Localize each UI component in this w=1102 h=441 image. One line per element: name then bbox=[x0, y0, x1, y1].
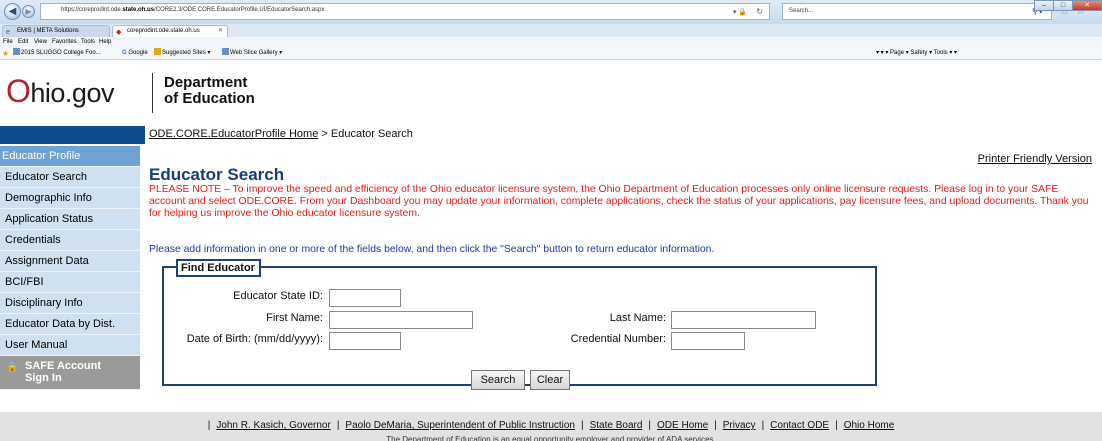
sidebar-item-disciplinary-info[interactable]: Disciplinary Info bbox=[0, 293, 140, 314]
browser-search-placeholder: Search... bbox=[789, 8, 814, 14]
find-educator-legend: Find Educator bbox=[176, 259, 261, 277]
dob-input[interactable] bbox=[329, 332, 401, 350]
last-name-input[interactable] bbox=[671, 311, 816, 329]
dob-label: Date of Birth: (mm/dd/yyyy): bbox=[186, 333, 323, 345]
credential-number-label: Credential Number: bbox=[570, 333, 666, 345]
footer-links: | John R. Kasich, Governor | Paolo DeMaria,… bbox=[207, 420, 895, 431]
sidebar-header: Educator Profile bbox=[0, 146, 140, 167]
menu-file[interactable]: File bbox=[3, 37, 13, 47]
last-name-label: Last Name: bbox=[609, 312, 666, 324]
sidebar-item-educator-search[interactable]: Educator Search bbox=[0, 167, 140, 188]
licensure-notice: PLEASE NOTE – To improve the speed and e… bbox=[149, 184, 1089, 219]
close-window-button[interactable]: ✕ bbox=[1072, 0, 1102, 11]
footer-link-ohio-home[interactable]: Ohio Home bbox=[844, 420, 895, 431]
footer-note: The Department of Education is an equal … bbox=[386, 435, 716, 441]
forward-arrow-icon: ▶ bbox=[25, 7, 32, 16]
refresh-icon[interactable]: ↻ bbox=[756, 7, 763, 16]
web-slice-icon bbox=[222, 48, 229, 55]
sidebar-item-bci-fbi[interactable]: BCI/FBI bbox=[0, 272, 140, 293]
browser-search-box[interactable]: Search... ⚲▾ bbox=[782, 3, 1052, 20]
menu-help[interactable]: Help bbox=[99, 37, 111, 47]
footer-link-state-board[interactable]: State Board bbox=[590, 420, 643, 431]
search-instructions: Please add information in one or more of… bbox=[149, 244, 715, 255]
suggested-sites-icon bbox=[154, 48, 161, 55]
menu-tools[interactable]: Tools bbox=[81, 37, 95, 47]
fav-suggested-sites[interactable]: Suggested Sites ▾ bbox=[154, 47, 210, 60]
sidebar-item-application-status[interactable]: Application Status bbox=[0, 209, 140, 230]
fav-google[interactable]: G Google bbox=[122, 47, 148, 60]
department-of-education-title: Department of Education bbox=[164, 74, 255, 107]
breadcrumb-home-link[interactable]: ODE.CORE.EducatorProfile Home bbox=[149, 128, 318, 140]
page-icon bbox=[13, 48, 20, 55]
header-divider bbox=[152, 73, 153, 113]
ohio-gov-logo[interactable]: Ohio.gov bbox=[6, 73, 114, 110]
close-tab-icon[interactable]: ✕ bbox=[218, 26, 223, 37]
footer-link-ode-home[interactable]: ODE Home bbox=[657, 420, 708, 431]
first-name-input[interactable] bbox=[329, 311, 473, 329]
footer-link-privacy[interactable]: Privacy bbox=[723, 420, 756, 431]
breadcrumb: ODE.CORE.EducatorProfile Home > Educator… bbox=[149, 128, 413, 140]
back-button[interactable]: ◀ bbox=[4, 3, 21, 20]
clear-button[interactable]: Clear bbox=[530, 370, 570, 390]
forward-button[interactable]: ▶ bbox=[22, 5, 35, 18]
favorites-bar: ★ 2015 SLUGGO College Foo... G Google Su… bbox=[0, 47, 1102, 60]
browser-tab-strip: e EMIS | META Solutions ◆ coreprodint.od… bbox=[0, 24, 1102, 37]
sidebar-item-assignment-data[interactable]: Assignment Data bbox=[0, 251, 140, 272]
address-bar[interactable]: https://coreprodint.ode.state.oh.us/CORE… bbox=[40, 3, 770, 20]
sidebar-item-user-manual[interactable]: User Manual bbox=[0, 335, 140, 356]
nav-header-bar bbox=[0, 126, 145, 144]
breadcrumb-current: Educator Search bbox=[330, 128, 413, 140]
fav-web-slice-gallery[interactable]: Web Slice Gallery ▾ bbox=[222, 47, 282, 60]
sidebar-item-demographic-info[interactable]: Demographic Info bbox=[0, 188, 140, 209]
maximize-button[interactable]: □ bbox=[1053, 0, 1073, 11]
lock-icon: 🔒 bbox=[6, 362, 19, 373]
browser-tab-emis[interactable]: e EMIS | META Solutions bbox=[2, 25, 110, 37]
page-title: Educator Search bbox=[149, 165, 285, 184]
menu-view[interactable]: View bbox=[34, 37, 47, 47]
minimize-button[interactable]: – bbox=[1034, 0, 1054, 11]
sidebar-item-educator-data-by-dist[interactable]: Educator Data by Dist. bbox=[0, 314, 140, 335]
safe-account-sign-in[interactable]: 🔒 SAFE Account Sign In bbox=[0, 356, 140, 390]
state-id-label: Educator State ID: bbox=[233, 290, 323, 302]
footer-link-governor[interactable]: John R. Kasich, Governor bbox=[216, 420, 331, 431]
footer-link-contact-ode[interactable]: Contact ODE bbox=[770, 420, 829, 431]
back-arrow-icon: ◀ bbox=[8, 6, 17, 17]
menu-favorites[interactable]: Favorites bbox=[52, 37, 77, 47]
window-controls: – □ ✕ bbox=[1030, 0, 1102, 12]
menu-edit[interactable]: Edit bbox=[18, 37, 28, 47]
search-button[interactable]: Search bbox=[471, 370, 525, 390]
fav-sluggo[interactable]: 2015 SLUGGO College Foo... bbox=[13, 47, 101, 60]
favorites-star-icon[interactable]: ★ bbox=[2, 47, 9, 62]
browser-menu-bar: File Edit View Favorites Tools Help bbox=[0, 37, 1102, 47]
printer-friendly-link[interactable]: Printer Friendly Version bbox=[978, 153, 1092, 165]
first-name-label: First Name: bbox=[266, 312, 323, 324]
sidebar-item-credentials[interactable]: Credentials bbox=[0, 230, 140, 251]
sidebar: Educator Profile Educator Search Demogra… bbox=[0, 146, 140, 390]
url-text: https://coreprodint.ode.state.oh.us/CORE… bbox=[61, 7, 325, 13]
credential-number-input[interactable] bbox=[671, 332, 745, 350]
footer: | John R. Kasich, Governor | Paolo DeMaria,… bbox=[0, 412, 1102, 441]
command-bar[interactable]: ▾ ▾ ▾ Page ▾ Safety ▾ Tools ▾ ▾ bbox=[876, 47, 957, 60]
browser-address-bar-row: ◀ ▶ https://coreprodint.ode.state.oh.us/… bbox=[0, 0, 1102, 24]
lock-icon: ▾ 🔒 bbox=[732, 9, 747, 16]
state-id-input[interactable] bbox=[329, 289, 401, 307]
browser-tab-ode[interactable]: ◆ coreprodint.ode.state.oh.us ✕ bbox=[112, 25, 228, 37]
footer-link-superintendent[interactable]: Paolo DeMaria, Superintendent of Public … bbox=[345, 420, 575, 431]
page-content: Ohio.gov Department of Education ODE.COR… bbox=[0, 61, 1102, 441]
